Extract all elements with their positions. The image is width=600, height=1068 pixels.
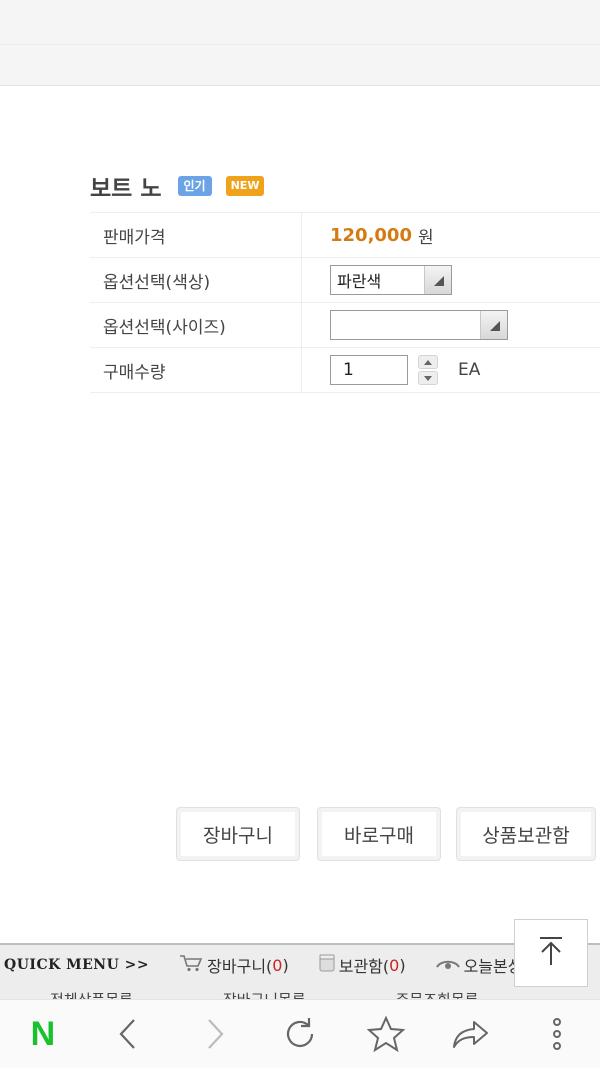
back-button[interactable]: [99, 1004, 159, 1064]
product-name: 보트 노: [90, 176, 162, 202]
forward-icon: [208, 1019, 224, 1049]
price-row: 판매가격 120,000 원: [90, 213, 600, 258]
cart-icon: [179, 954, 203, 976]
bookmark-star-icon: [366, 1016, 405, 1052]
eye-icon: [435, 956, 460, 975]
quick-cart-label: 장바구니(: [207, 957, 273, 976]
product-title-row: 보트 노 인기 NEW: [90, 168, 265, 204]
quick-storage-link[interactable]: 보관함(0): [319, 953, 406, 977]
quantity-stepper[interactable]: [418, 355, 438, 385]
scroll-to-top-button[interactable]: [514, 919, 588, 987]
paren: ): [282, 955, 289, 975]
price-unit: 원: [417, 227, 434, 248]
dropdown-arrow-icon: [480, 311, 507, 339]
quick-menu-title: QUICK MENU >>: [4, 957, 150, 973]
popular-badge: 인기: [177, 176, 212, 196]
quantity-up-icon[interactable]: [418, 355, 438, 369]
product-options-table: 판매가격 120,000 원 옵션선택(색상) 파란색 옵션선택(사이즈) 구매…: [90, 212, 600, 393]
color-option-row: 옵션선택(색상) 파란색: [90, 258, 600, 303]
dropdown-arrow-icon: [424, 266, 451, 294]
share-icon: [453, 1021, 489, 1048]
refresh-button[interactable]: [270, 1004, 330, 1064]
color-option-label: 옵션선택(색상): [90, 258, 302, 302]
naver-home-button[interactable]: N: [13, 1004, 73, 1064]
box-icon: [319, 954, 335, 976]
paren: ): [399, 955, 406, 975]
price-value: 120,000: [330, 224, 412, 246]
buy-now-button[interactable]: 바로구매: [317, 807, 441, 861]
price-label: 판매가격: [90, 213, 302, 257]
quick-storage-label: 보관함(: [338, 957, 390, 976]
bookmark-button[interactable]: [356, 1004, 416, 1064]
quantity-input[interactable]: [330, 355, 408, 385]
browser-top-area: [0, 0, 600, 86]
color-select[interactable]: 파란색: [330, 265, 452, 295]
quick-storage-count: 0: [389, 955, 400, 975]
color-select-value: 파란색: [337, 272, 382, 291]
size-option-label: 옵션선택(사이즈): [90, 303, 302, 347]
more-menu-button[interactable]: [527, 1004, 587, 1064]
new-badge: NEW: [225, 176, 265, 196]
quick-cart-count: 0: [272, 955, 283, 975]
refresh-icon: [286, 1018, 314, 1047]
share-button[interactable]: [441, 1004, 501, 1064]
browser-bottom-nav: N: [0, 999, 600, 1068]
add-to-cart-button[interactable]: 장바구니: [176, 807, 300, 861]
quantity-label: 구매수량: [90, 348, 302, 392]
arrow-up-to-top-icon: [534, 934, 568, 972]
quantity-row: 구매수량 EA: [90, 348, 600, 393]
naver-n-icon: N: [30, 1014, 56, 1053]
size-select[interactable]: [330, 310, 508, 340]
forward-button[interactable]: [184, 1004, 244, 1064]
more-vertical-icon: [553, 1018, 562, 1050]
size-option-row: 옵션선택(사이즈): [90, 303, 600, 348]
quantity-unit: EA: [458, 360, 481, 380]
quick-menu-bar: QUICK MENU >> 장바구니(0) 보관함(0) 오늘본상품(3) 전체…: [0, 943, 600, 1001]
back-icon: [119, 1019, 135, 1049]
wishlist-button[interactable]: 상품보관함: [456, 807, 596, 861]
quick-cart-link[interactable]: 장바구니(0): [179, 953, 289, 977]
quantity-down-icon[interactable]: [418, 371, 438, 385]
